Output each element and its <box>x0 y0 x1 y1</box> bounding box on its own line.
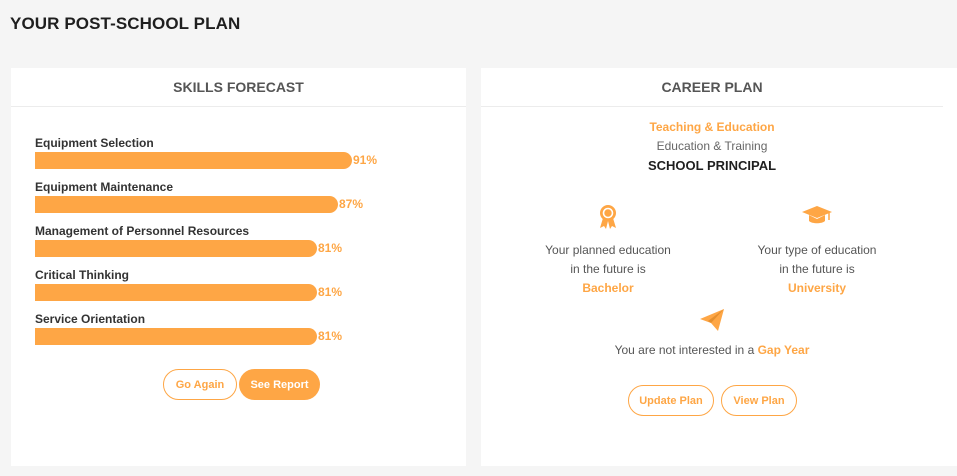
type-education-line2: in the future is <box>779 262 855 276</box>
paper-plane-icon <box>698 307 726 338</box>
see-report-button[interactable]: See Report <box>239 369 320 400</box>
go-again-button[interactable]: Go Again <box>163 369 237 400</box>
gap-year-line: You are not interested in a Gap Year <box>481 343 943 357</box>
page-title: YOUR POST-SCHOOL PLAN <box>10 14 241 33</box>
skills-forecast-card: SKILLS FORECAST Equipment Selection 91% … <box>11 68 466 466</box>
type-education: Your type of education in the future is … <box>742 204 892 298</box>
skill-bar <box>35 152 352 169</box>
career-industry: Teaching & Education <box>649 120 775 134</box>
skill-label: Equipment Maintenance <box>35 180 174 194</box>
skill-percent: 87% <box>339 197 364 211</box>
skill-bar <box>35 240 317 257</box>
gap-year-highlight: Gap Year <box>757 343 810 357</box>
skill-percent: 81% <box>318 329 343 343</box>
planned-education: Your planned education in the future is … <box>533 204 683 298</box>
gap-year-text: You are not interested in a <box>614 343 758 357</box>
view-plan-button[interactable]: View Plan <box>721 385 797 416</box>
career-plan-card: CAREER PLAN Teaching & Education Educati… <box>481 68 957 466</box>
skill-label: Management of Personnel Resources <box>35 224 250 238</box>
skill-percent: 81% <box>318 285 343 299</box>
skill-percent: 81% <box>318 241 343 255</box>
planned-education-value: Bachelor <box>582 281 634 295</box>
skill-label: Critical Thinking <box>35 268 130 282</box>
skill-percent: 91% <box>353 153 378 167</box>
graduation-cap-icon <box>742 204 892 230</box>
skill-bar <box>35 328 317 345</box>
skill-label: Equipment Selection <box>35 136 154 150</box>
skill-bar <box>35 284 317 301</box>
career-field: Education & Training <box>656 139 768 153</box>
career-job-title: SCHOOL PRINCIPAL <box>647 158 777 173</box>
type-education-value: University <box>787 281 847 295</box>
skills-forecast-header: SKILLS FORECAST <box>11 68 466 107</box>
planned-education-line2: in the future is <box>570 262 646 276</box>
award-ribbon-icon <box>533 204 683 230</box>
type-education-line1: Your type of education <box>757 243 877 257</box>
skill-bar <box>35 196 338 213</box>
skill-label: Service Orientation <box>35 312 146 326</box>
update-plan-button[interactable]: Update Plan <box>628 385 714 416</box>
planned-education-line1: Your planned education <box>545 243 671 257</box>
